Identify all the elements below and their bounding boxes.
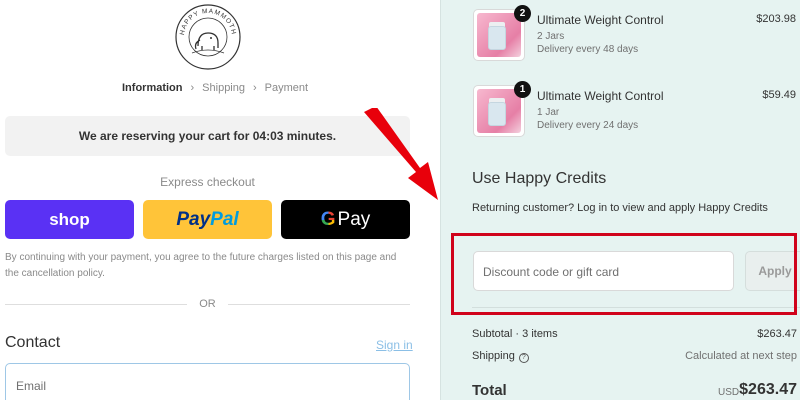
- product-jar-icon: [488, 102, 506, 126]
- divider-line: [5, 303, 188, 305]
- total-currency: USD: [718, 387, 740, 398]
- total-label: Total: [472, 382, 507, 399]
- email-placeholder: Email: [16, 379, 47, 393]
- or-divider: OR: [5, 297, 410, 311]
- contact-heading: Contact: [5, 334, 61, 351]
- shipping-label: Shipping: [472, 350, 515, 362]
- quantity-badge: 2: [514, 5, 531, 22]
- happy-credits-heading: Use Happy Credits: [472, 170, 607, 187]
- subtotal-value: $263.47: [757, 328, 797, 340]
- google-g-icon: G: [320, 208, 336, 230]
- item-delivery: Delivery every 48 days: [537, 44, 639, 55]
- item-name: Ultimate Weight Control: [537, 13, 664, 27]
- subtotal-label: Subtotal · 3 items: [472, 328, 558, 340]
- divider-line: [227, 303, 410, 305]
- breadcrumb-information[interactable]: Information: [122, 82, 183, 94]
- shipping-row-label: Shipping?: [472, 350, 529, 363]
- paypal-label-pay: Pay: [176, 208, 211, 230]
- annotation-highlight-box: [451, 233, 797, 315]
- or-label: OR: [199, 298, 216, 310]
- breadcrumb: Information › Shipping › Payment: [122, 82, 308, 94]
- total-value: $263.47: [739, 381, 797, 398]
- item-delivery: Delivery every 24 days: [537, 120, 639, 131]
- payment-disclaimer: By continuing with your payment, you agr…: [5, 252, 397, 279]
- paypal-label-pal: Pal: [210, 208, 239, 230]
- help-icon[interactable]: ?: [518, 353, 529, 363]
- item-name: Ultimate Weight Control: [537, 89, 664, 103]
- annotation-arrow: [364, 108, 438, 200]
- happy-credits-text[interactable]: Returning customer? Log in to view and a…: [472, 202, 768, 214]
- cart-item: 2 Ultimate Weight Control 2 Jars Deliver…: [473, 5, 800, 61]
- cart-reservation-banner: We are reserving your cart for 04:03 min…: [5, 116, 410, 156]
- sign-in-link[interactable]: Sign in: [376, 338, 413, 352]
- item-price: $59.49: [762, 89, 796, 101]
- breadcrumb-payment: Payment: [264, 82, 309, 94]
- chevron-right-icon: ›: [253, 82, 257, 94]
- shop-pay-button[interactable]: shop: [5, 200, 134, 239]
- shipping-value: Calculated at next step: [685, 350, 797, 362]
- express-checkout-title: Express checkout: [160, 175, 255, 189]
- reservation-text: We are reserving your cart for 04:03 min…: [78, 129, 337, 143]
- google-pay-button[interactable]: G Pay: [281, 200, 410, 239]
- mammoth-logo[interactable]: HAPPY MAMMOTH: [174, 3, 242, 71]
- order-summary-column: 2 Ultimate Weight Control 2 Jars Deliver…: [440, 0, 800, 400]
- checkout-page: HAPPY MAMMOTH Information › Shipping › Payme…: [0, 0, 800, 400]
- item-variant: 1 Jar: [537, 107, 560, 118]
- checkout-form-column: HAPPY MAMMOTH Information › Shipping › Payme…: [0, 0, 440, 400]
- shop-pay-label: shop: [49, 209, 90, 229]
- item-price: $203.98: [756, 13, 796, 25]
- breadcrumb-shipping: Shipping: [202, 82, 245, 94]
- product-jar-icon: [488, 26, 506, 50]
- cart-item: 1 Ultimate Weight Control 1 Jar Delivery…: [473, 81, 800, 137]
- item-variant: 2 Jars: [537, 31, 565, 42]
- email-field[interactable]: Email: [5, 363, 410, 400]
- paypal-button[interactable]: Pay Pal: [143, 200, 272, 239]
- chevron-right-icon: ›: [190, 82, 195, 94]
- google-pay-label: Pay: [337, 208, 371, 230]
- quantity-badge: 1: [514, 81, 531, 98]
